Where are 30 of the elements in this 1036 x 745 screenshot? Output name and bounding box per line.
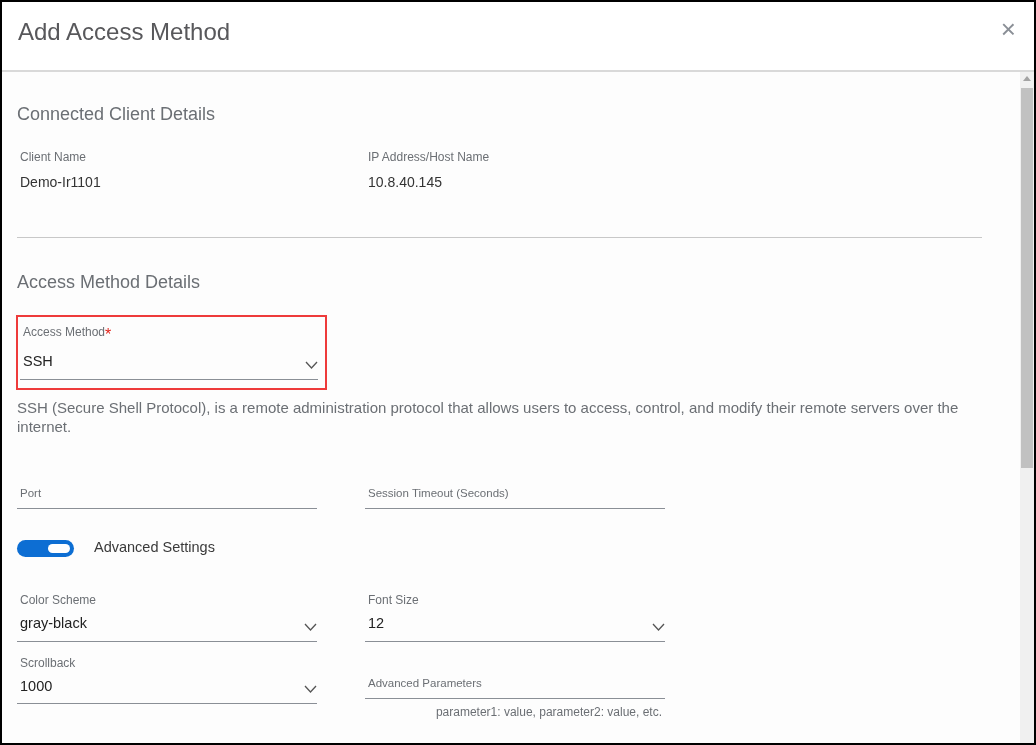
text-field[interactable]: Port	[17, 484, 317, 510]
field-label: Scrollback	[19, 654, 77, 672]
field-label: IP Address/Host Name	[367, 148, 491, 166]
toggle-switch[interactable]	[17, 539, 74, 557]
toggle-label: Advanced Settings	[94, 538, 215, 558]
section-title: Connected Client Details	[17, 104, 217, 126]
field-label: Access Method	[22, 324, 106, 342]
chevron-down-icon	[304, 622, 317, 631]
scrollbar[interactable]	[1020, 72, 1034, 743]
text-field[interactable]: Session Timeout (Seconds)	[365, 484, 665, 510]
chevron-down-icon	[304, 685, 317, 694]
field-value: 10.8.40.145	[367, 172, 443, 192]
field-label: Color Scheme	[19, 591, 98, 609]
dialog-title: Add Access Method	[18, 18, 231, 47]
scrollbar-thumb[interactable]	[1021, 88, 1033, 468]
field-hint: parameter1: value, parameter2: value, etc.	[434, 703, 663, 721]
text-field[interactable]: Advanced Parameters	[365, 674, 665, 699]
dropdown-field[interactable]: gray-black	[17, 612, 317, 642]
field-label: Client Name	[19, 148, 88, 166]
field-value: Demo-Ir1101	[19, 172, 102, 192]
description-text: SSH (Secure Shell Protocol), is a remote administration protocol that allows users to access, control, and modify their remote servers over the internet.	[17, 397, 960, 436]
dropdown-field[interactable]: 12	[365, 612, 665, 642]
required-asterisk: *	[105, 325, 112, 346]
field-label: Font Size	[367, 591, 420, 609]
chevron-down-icon	[652, 622, 665, 631]
dropdown-field[interactable]: 1000	[17, 675, 317, 705]
section-title: Access Method Details	[17, 271, 202, 294]
chevron-down-icon	[305, 360, 318, 369]
scroll-up-icon[interactable]	[1023, 76, 1031, 81]
dropdown-field[interactable]: SSH	[20, 351, 318, 380]
